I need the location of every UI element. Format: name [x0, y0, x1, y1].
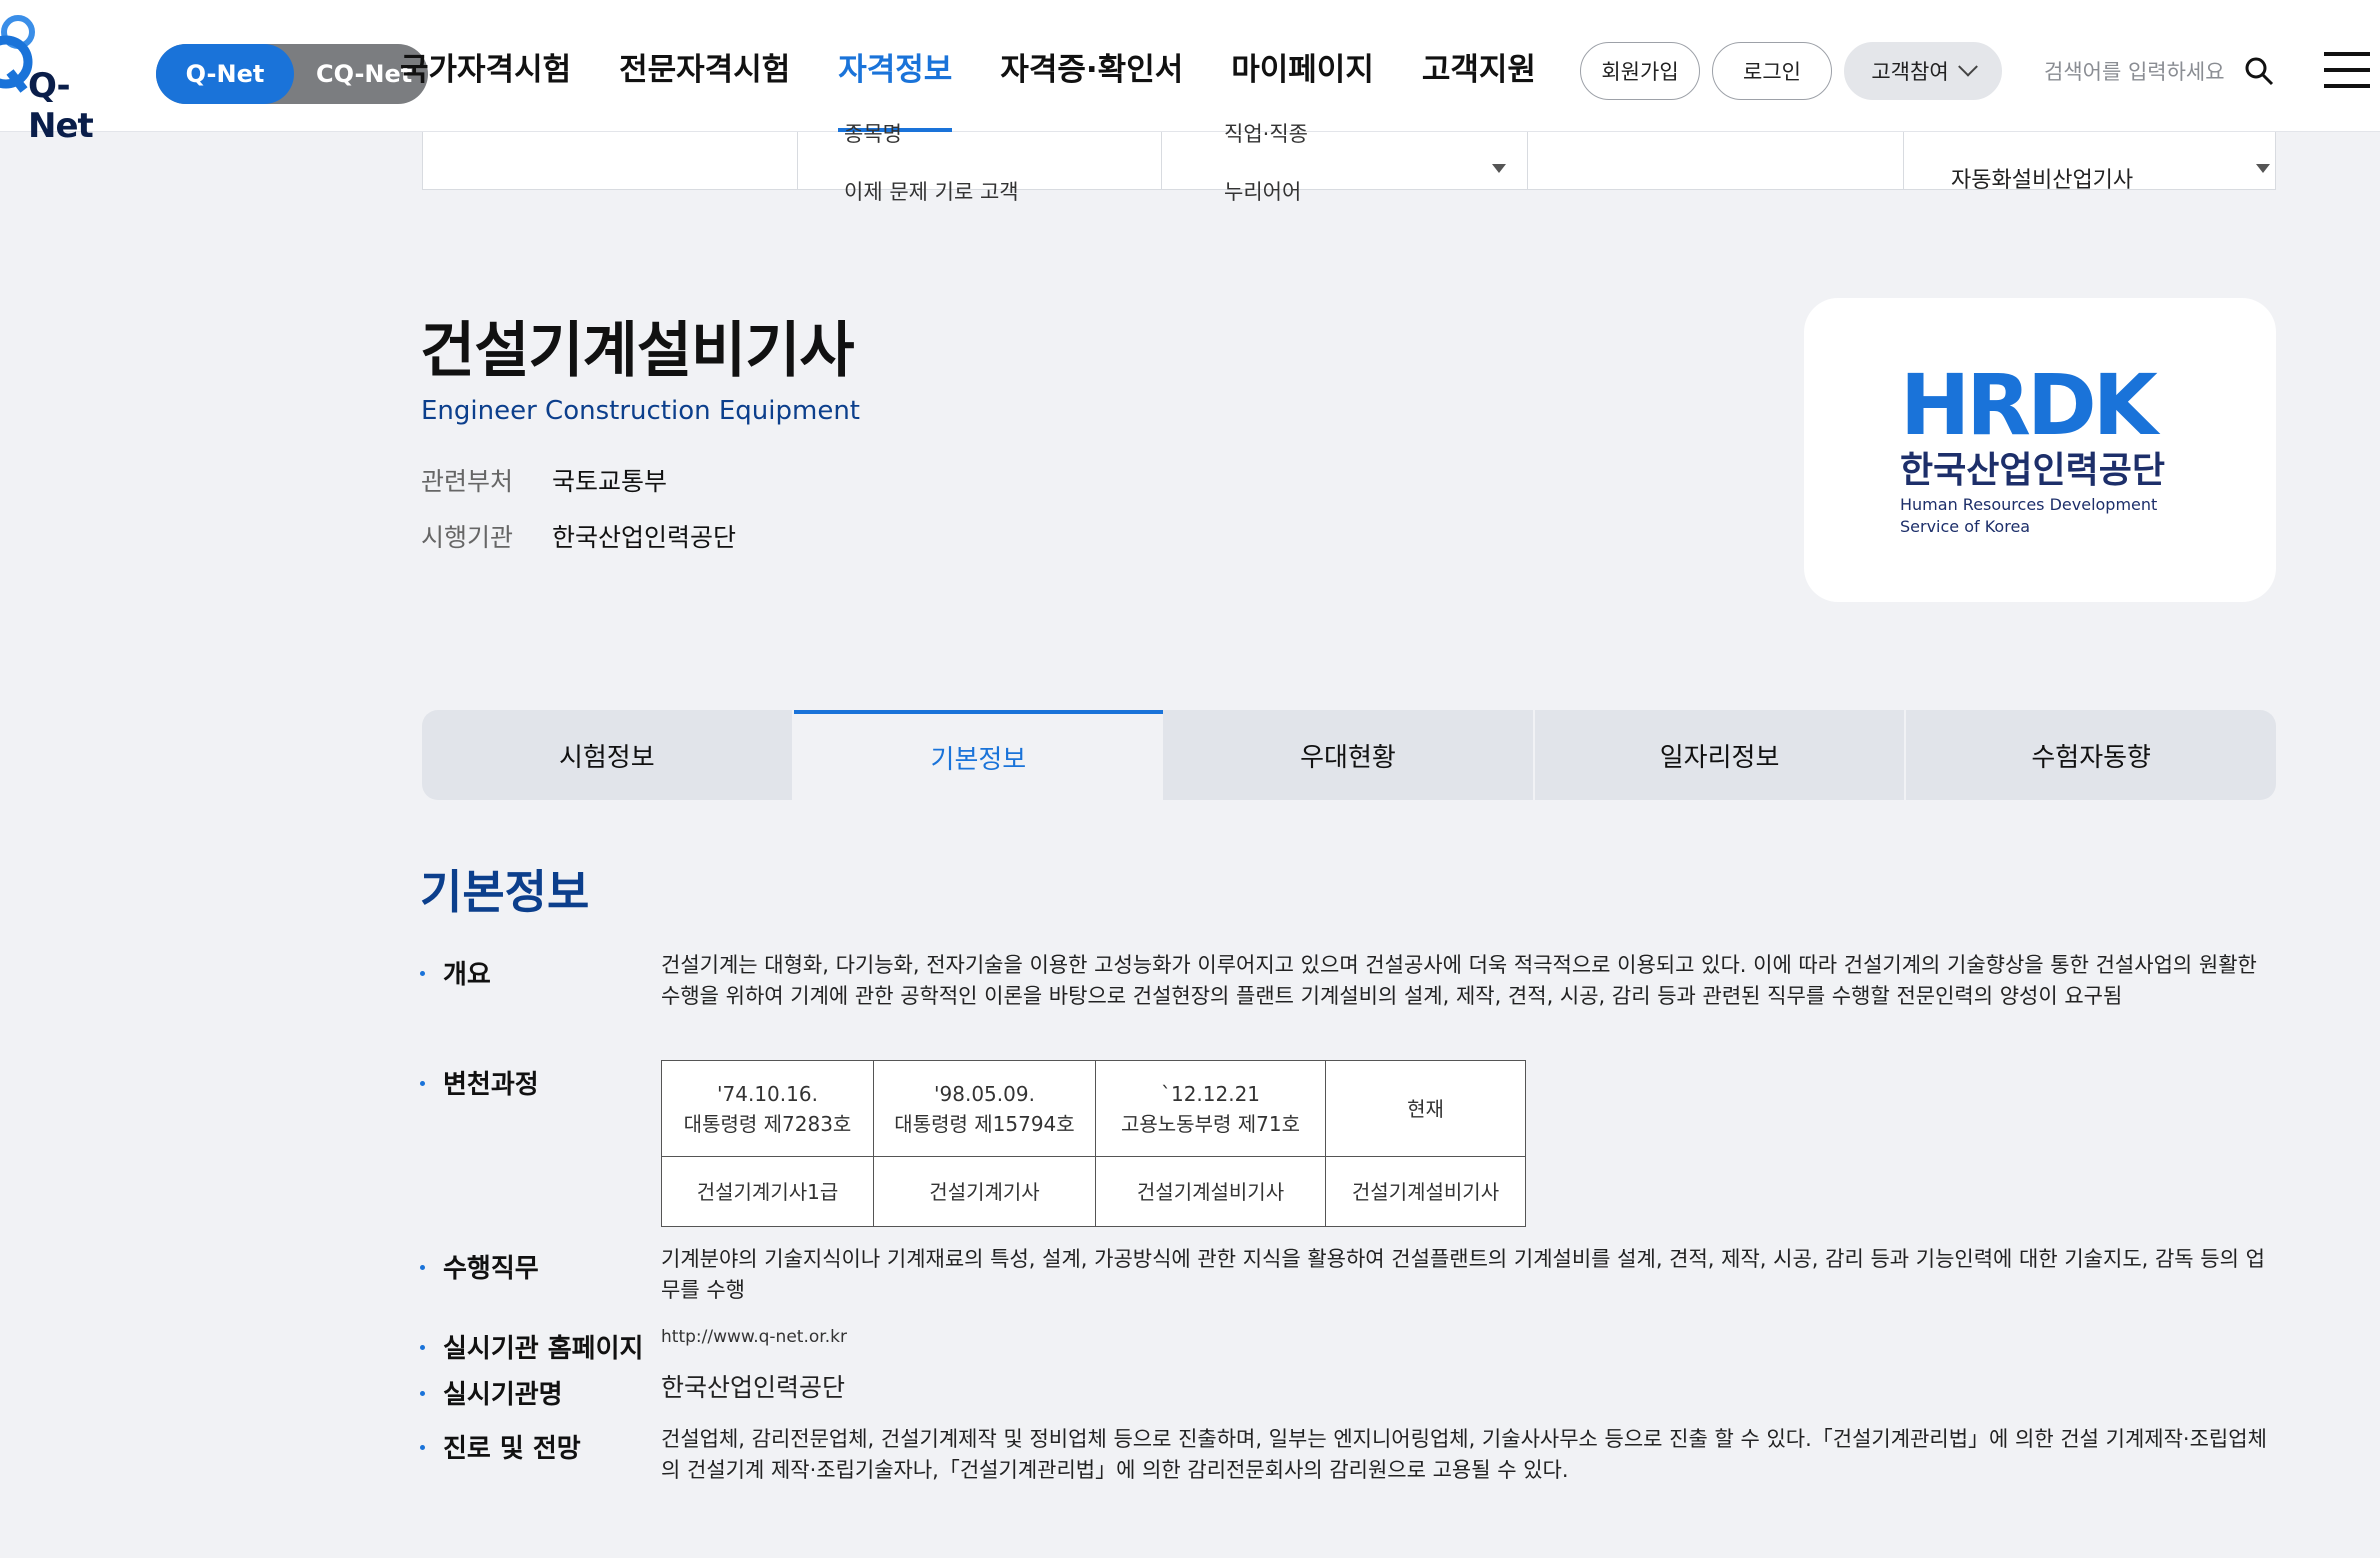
net-switch[interactable]: Q-Net CQ-Net	[156, 44, 428, 104]
overview-text: 건설기계는 대형화, 다기능화, 전자기술을 이용한 고성능화가 이루어지고 있…	[661, 953, 2257, 1008]
overview-label: 개요	[420, 954, 491, 991]
homepage-label: 실시기관 홈페이지	[420, 1328, 643, 1365]
dropdown-arrow-icon[interactable]	[2256, 164, 2270, 173]
info-tabs: 시험정보 기본정보 우대현황 일자리정보 수험자동향	[422, 710, 2276, 800]
history-cell: '98.05.09. 대통령령 제15794호	[873, 1060, 1096, 1157]
history-law: 대통령령 제15794호	[894, 1111, 1075, 1136]
chevron-down-icon	[1957, 56, 1978, 77]
cqnet-switch-button[interactable]: CQ-Net	[316, 44, 412, 104]
form-column: 종목명 이제 문제 기로 고객	[797, 122, 1161, 204]
form-cut-text: 직업·직종	[1224, 122, 1308, 146]
gnb-national-exam[interactable]: 국가자격시험	[400, 0, 571, 132]
form-select-column[interactable]: 직업·직종 누리어어	[1161, 122, 1527, 204]
tab-job-info[interactable]: 일자리정보	[1535, 710, 1907, 800]
gnb-customer-support[interactable]: 고객지원	[1422, 0, 1536, 132]
form-cut-text: 누리어어	[1224, 180, 1302, 204]
search-form-strip: 종목명 이제 문제 기로 고객 직업·직종 누리어어 자동화설비산업기사	[422, 122, 2276, 204]
history-cell: `12.12.21 고용노동부령 제71호	[1095, 1060, 1326, 1157]
career-text: 건설업체, 감리전문업체, 건설기계제작 및 정비업체 등으로 진출하며, 일부…	[661, 1427, 2267, 1482]
history-law: 대통령령 제7283호	[683, 1111, 852, 1136]
participation-label: 고객참여	[1871, 60, 1949, 84]
history-name: 건설기계기사1급	[661, 1156, 874, 1227]
hrdk-logo-name-en-2: Service of Korea	[1900, 517, 2030, 536]
history-table: '74.10.16. 대통령령 제7283호 '98.05.09. 대통령령 제…	[661, 1060, 1526, 1227]
history-name: 건설기계기사	[873, 1156, 1096, 1227]
tab-basic-info[interactable]: 기본정보	[793, 710, 1164, 800]
history-name: 건설기계설비기사	[1325, 1156, 1526, 1227]
form-cut-text: 이제 문제 기로 고객	[844, 180, 1019, 204]
search-icon[interactable]	[2244, 56, 2274, 86]
hrdk-logo: HRDK 한국산업인력공단 Human Resources Developmen…	[1900, 364, 2165, 536]
meta-label: 시행기관	[421, 523, 514, 552]
qnet-switch-button[interactable]: Q-Net	[156, 44, 294, 104]
form-column	[1527, 132, 1903, 190]
career-label: 진로 및 전망	[420, 1428, 581, 1465]
meta-value: 한국산업인력공단	[551, 523, 736, 552]
meta-agency: 시행기관 한국산업인력공단	[421, 518, 736, 554]
duty-label: 수행직무	[420, 1248, 539, 1285]
meta-value: 국토교통부	[551, 467, 667, 496]
meta-ministry: 관련부처 국토교통부	[421, 462, 667, 498]
gnb-certificates[interactable]: 자격증·확인서	[1000, 0, 1183, 132]
page-title: 건설기계설비기사	[420, 316, 855, 386]
history-date: '98.05.09.	[934, 1081, 1035, 1106]
agency-label: 실시기관명	[420, 1374, 563, 1411]
hamburger-menu-icon[interactable]	[2324, 52, 2370, 88]
history-date: '74.10.16.	[717, 1081, 818, 1106]
history-cell: '74.10.16. 대통령령 제7283호	[661, 1060, 874, 1157]
dropdown-arrow-icon[interactable]	[1492, 164, 1506, 173]
meta-label: 관련부처	[421, 467, 514, 496]
gnb-professional-exam[interactable]: 전문자격시험	[619, 0, 790, 132]
hrdk-logo-name-en-1: Human Resources Development	[1900, 495, 2157, 514]
history-law: 고용노동부령 제71호	[1120, 1111, 1300, 1136]
item-select-value: 자동화설비산업기사	[1951, 168, 2134, 193]
participation-dropdown[interactable]: 고객참여	[1844, 42, 2002, 100]
history-cell: 현재	[1325, 1060, 1526, 1157]
hrdk-logo-mark: HRDK	[1900, 364, 2161, 454]
tab-exam-info[interactable]: 시험정보	[422, 710, 794, 800]
search-input[interactable]: 검색어를 입력하세요	[2044, 56, 2225, 86]
gnb-mypage[interactable]: 마이페이지	[1231, 0, 1374, 132]
qnet-logo[interactable]: Q-Net	[0, 10, 110, 146]
tab-examinee-trend[interactable]: 수험자동향	[1906, 710, 2276, 800]
logo-text: Q-Net	[28, 66, 94, 146]
page-subtitle: Engineer Construction Equipment	[421, 396, 861, 426]
agency-value: 한국산업인력공단	[661, 1373, 846, 1402]
history-name: 건설기계설비기사	[1095, 1156, 1326, 1227]
signup-button[interactable]: 회원가입	[1580, 42, 1700, 100]
main-navigation: 국가자격시험 전문자격시험 자격정보 자격증·확인서 마이페이지 고객지원	[400, 0, 1584, 132]
section-title: 기본정보	[420, 865, 590, 919]
hrdk-logo-name-ko: 한국산업인력공단	[1900, 450, 2165, 491]
org-logo-card: HRDK 한국산업인력공단 Human Resources Developmen…	[1804, 298, 2276, 602]
login-button[interactable]: 로그인	[1712, 42, 1832, 100]
homepage-link[interactable]: http://www.q-net.or.kr	[661, 1322, 2273, 1353]
duty-text: 기계분야의 기술지식이나 기계재료의 특성, 설계, 가공방식에 관한 지식을 …	[661, 1247, 2265, 1302]
top-header: Q-Net Q-Net CQ-Net 국가자격시험 전문자격시험 자격정보 자격…	[0, 0, 2380, 146]
history-label: 변천과정	[420, 1064, 539, 1101]
tab-preference[interactable]: 우대현황	[1163, 710, 1535, 800]
history-date: 현재	[1407, 1096, 1444, 1121]
form-cut-text: 종목명	[844, 122, 902, 146]
gnb-qualification-info[interactable]: 자격정보	[838, 0, 953, 132]
history-date: `12.12.21	[1160, 1081, 1261, 1106]
